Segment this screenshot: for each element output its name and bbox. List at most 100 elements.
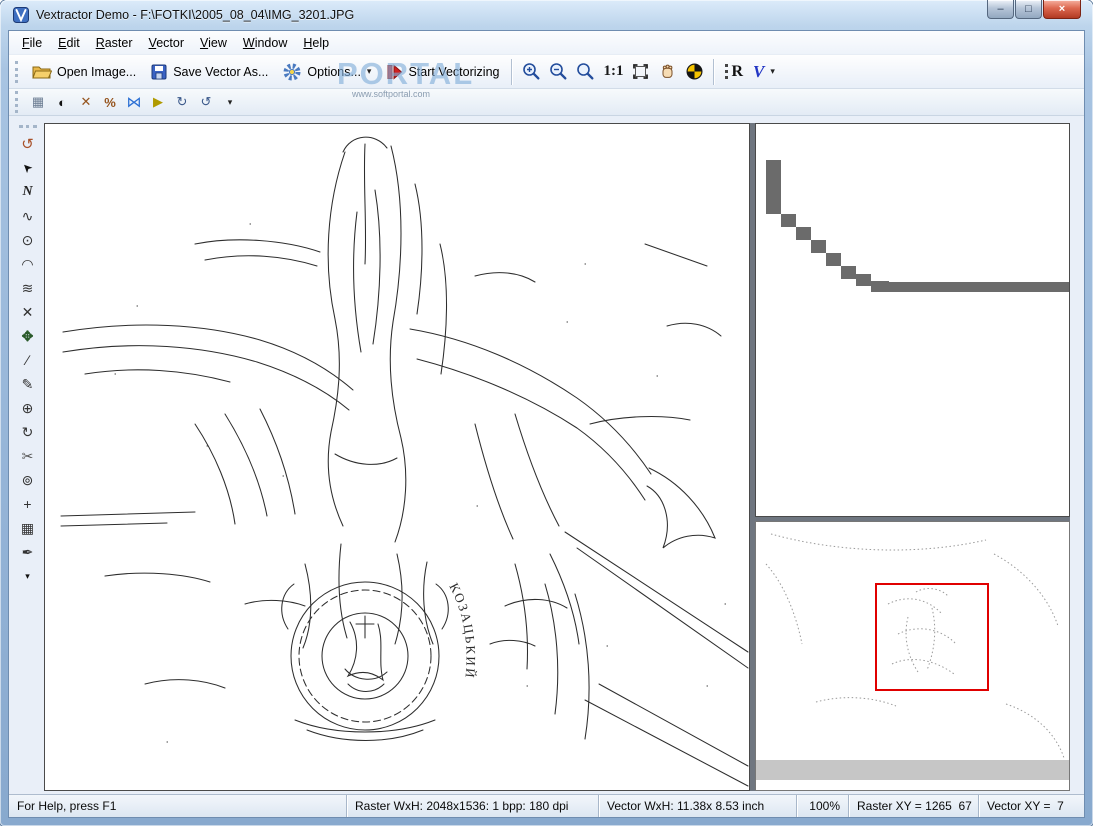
overview-thumbnail [756, 522, 1069, 790]
scissors-tool-icon[interactable]: ✂ [16, 445, 40, 467]
select-tool-icon[interactable]: ➤ [16, 157, 40, 179]
toolbar-grip[interactable] [15, 91, 20, 113]
node-edit-tool-icon[interactable]: ⊕ [16, 397, 40, 419]
menu-raster[interactable]: Raster [88, 33, 141, 53]
pixel-staircase-preview [756, 124, 1069, 516]
save-icon [151, 64, 167, 79]
rotate-cw-icon[interactable]: ↻ [171, 92, 193, 112]
open-folder-icon [32, 66, 52, 79]
zoom-out-button[interactable] [545, 60, 572, 83]
drawing-toolbar: ↺ ➤ N ∿ ⊙ ◠ ≋ ✕ ✥ ∕ ✎ ⊕ ↻ ✂ ⊚ + ▦ ✒ ▾ [11, 123, 44, 794]
status-raster-size: Raster WxH: 2048x1536: 1 bpp: 180 dpi [346, 795, 598, 817]
arc-tool-icon[interactable]: ◠ [16, 253, 40, 275]
pan-button[interactable] [654, 60, 681, 83]
minimize-button[interactable]: – [987, 0, 1014, 19]
circle-tool-icon[interactable]: ⊙ [16, 229, 40, 251]
actual-size-button[interactable]: 1:1 [599, 63, 627, 80]
window-content: File Edit Raster Vector View Window Help… [8, 30, 1085, 818]
undo-icon[interactable]: ↺ [16, 133, 40, 155]
threshold-icon[interactable]: % [99, 92, 121, 112]
hand-icon [662, 64, 673, 78]
zoom-window-button[interactable] [572, 60, 599, 83]
start-vectorizing-button[interactable]: Start Vectorizing [378, 60, 506, 84]
window-controls: – □ × [987, 0, 1081, 19]
weld-tool-icon[interactable]: ⊚ [16, 469, 40, 491]
menu-view[interactable]: View [192, 33, 235, 53]
status-vector-xy: Vector XY = 7 [978, 795, 1084, 817]
open-image-button[interactable]: Open Image... [25, 60, 143, 83]
status-vector-size: Vector WxH: 11.38x 8.53 inch [598, 795, 796, 817]
grid-tool-icon[interactable]: ▦ [16, 517, 40, 539]
close-button[interactable]: × [1043, 0, 1081, 19]
menu-bar: File Edit Raster Vector View Window Help [9, 31, 1084, 54]
side-panels [755, 123, 1070, 791]
app-icon [13, 7, 29, 23]
invert-colors-icon[interactable]: ◐ [51, 92, 73, 112]
menu-file[interactable]: File [14, 33, 50, 53]
line-tool-icon[interactable]: ∕ [16, 349, 40, 371]
status-raster-xy: Raster XY = 1265 67 [848, 795, 978, 817]
zoom-icon [577, 63, 594, 80]
raster-letter: R [731, 62, 744, 80]
toolbar-more-arrow[interactable]: ▾ [219, 92, 241, 112]
options-label: Options... [307, 64, 361, 79]
spline-tool-icon[interactable]: ∿ [16, 205, 40, 227]
despeckle-icon[interactable]: ✕ [75, 92, 97, 112]
menu-vector[interactable]: Vector [141, 33, 192, 53]
center-view-button[interactable] [681, 60, 708, 83]
options-dropdown-arrow[interactable]: ▾ [367, 66, 372, 77]
menu-edit[interactable]: Edit [50, 33, 88, 53]
add-node-tool-icon[interactable]: + [16, 493, 40, 515]
status-bar: For Help, press F1 Raster WxH: 2048x1536… [9, 794, 1084, 817]
vector-letter: V [753, 61, 765, 81]
delete-tool-icon[interactable]: ✕ [16, 301, 40, 323]
raster-line-art: КОЗАЦЬКИЙ [60, 136, 749, 787]
window-title: Vextractor Demo - F:\FOTKI\2005_08_04\IM… [36, 8, 355, 22]
app-window: Vextractor Demo - F:\FOTKI\2005_08_04\IM… [0, 0, 1093, 826]
overview-outside-area [756, 760, 1069, 780]
pencil-tool-icon[interactable]: ✎ [16, 373, 40, 395]
emblem-cyrillic-text: КОЗАЦЬКИЙ [446, 580, 478, 680]
save-vector-button[interactable]: Save Vector As... [143, 60, 275, 84]
toolbar-separator [511, 58, 514, 85]
raster-cells-icon[interactable]: ▦ [27, 92, 49, 112]
zoom-preview-panel[interactable] [755, 123, 1070, 517]
fit-to-window-icon [633, 64, 649, 79]
maximize-button[interactable]: □ [1015, 0, 1042, 19]
title-bar[interactable]: Vextractor Demo - F:\FOTKI\2005_08_04\IM… [0, 0, 1093, 30]
show-vector-button[interactable]: V [748, 60, 769, 84]
polyline-tool-icon[interactable]: N [16, 181, 40, 203]
zoom-out-icon [550, 63, 567, 80]
flip-horizontal-icon[interactable]: ⋈ [123, 92, 145, 112]
main-toolbar: Open Image... Save Vector As... Options.… [9, 54, 1084, 89]
toolbar-separator [713, 58, 716, 85]
options-button[interactable]: Options... ▾ [275, 59, 378, 85]
rotate-tool-icon[interactable]: ↻ [16, 421, 40, 443]
status-zoom-level: 100% [796, 795, 848, 817]
menu-window[interactable]: Window [235, 33, 295, 53]
zoom-in-button[interactable] [518, 60, 545, 83]
start-vectorizing-label: Start Vectorizing [408, 64, 500, 79]
move-tool-icon[interactable]: ✥ [16, 325, 40, 347]
target-ball-icon [686, 63, 703, 80]
main-area: ↺ ➤ N ∿ ⊙ ◠ ≋ ✕ ✥ ∕ ✎ ⊕ ↻ ✂ ⊚ + ▦ ✒ ▾ КО… [9, 116, 1084, 794]
ink-pen-tool-icon[interactable]: ✒ [16, 541, 40, 563]
toolbar-grip[interactable] [15, 60, 20, 83]
raster-toolbar: ▦ ◐ ✕ % ⋈ ▶ ↻ ↺ ▾ [9, 89, 1084, 116]
zoom-in-icon [523, 63, 540, 80]
play-icon[interactable]: ▶ [147, 92, 169, 112]
overview-panel[interactable] [755, 521, 1070, 791]
fit-to-window-button[interactable] [627, 60, 654, 83]
workspace: КОЗАЦЬКИЙ [44, 123, 1070, 791]
raster-dots-icon [725, 64, 729, 79]
more-tools-arrow[interactable]: ▾ [16, 565, 40, 587]
toolbar-grip[interactable] [18, 125, 37, 128]
curves-tool-icon[interactable]: ≋ [16, 277, 40, 299]
show-raster-button[interactable]: R [720, 61, 748, 83]
rotate-ccw-icon[interactable]: ↺ [195, 92, 217, 112]
toolbar-more-arrow[interactable]: ▾ [770, 66, 775, 77]
menu-help[interactable]: Help [295, 33, 337, 53]
start-vectorizing-icon [387, 63, 403, 80]
raster-canvas[interactable]: КОЗАЦЬКИЙ [44, 123, 750, 791]
open-image-label: Open Image... [57, 64, 137, 79]
